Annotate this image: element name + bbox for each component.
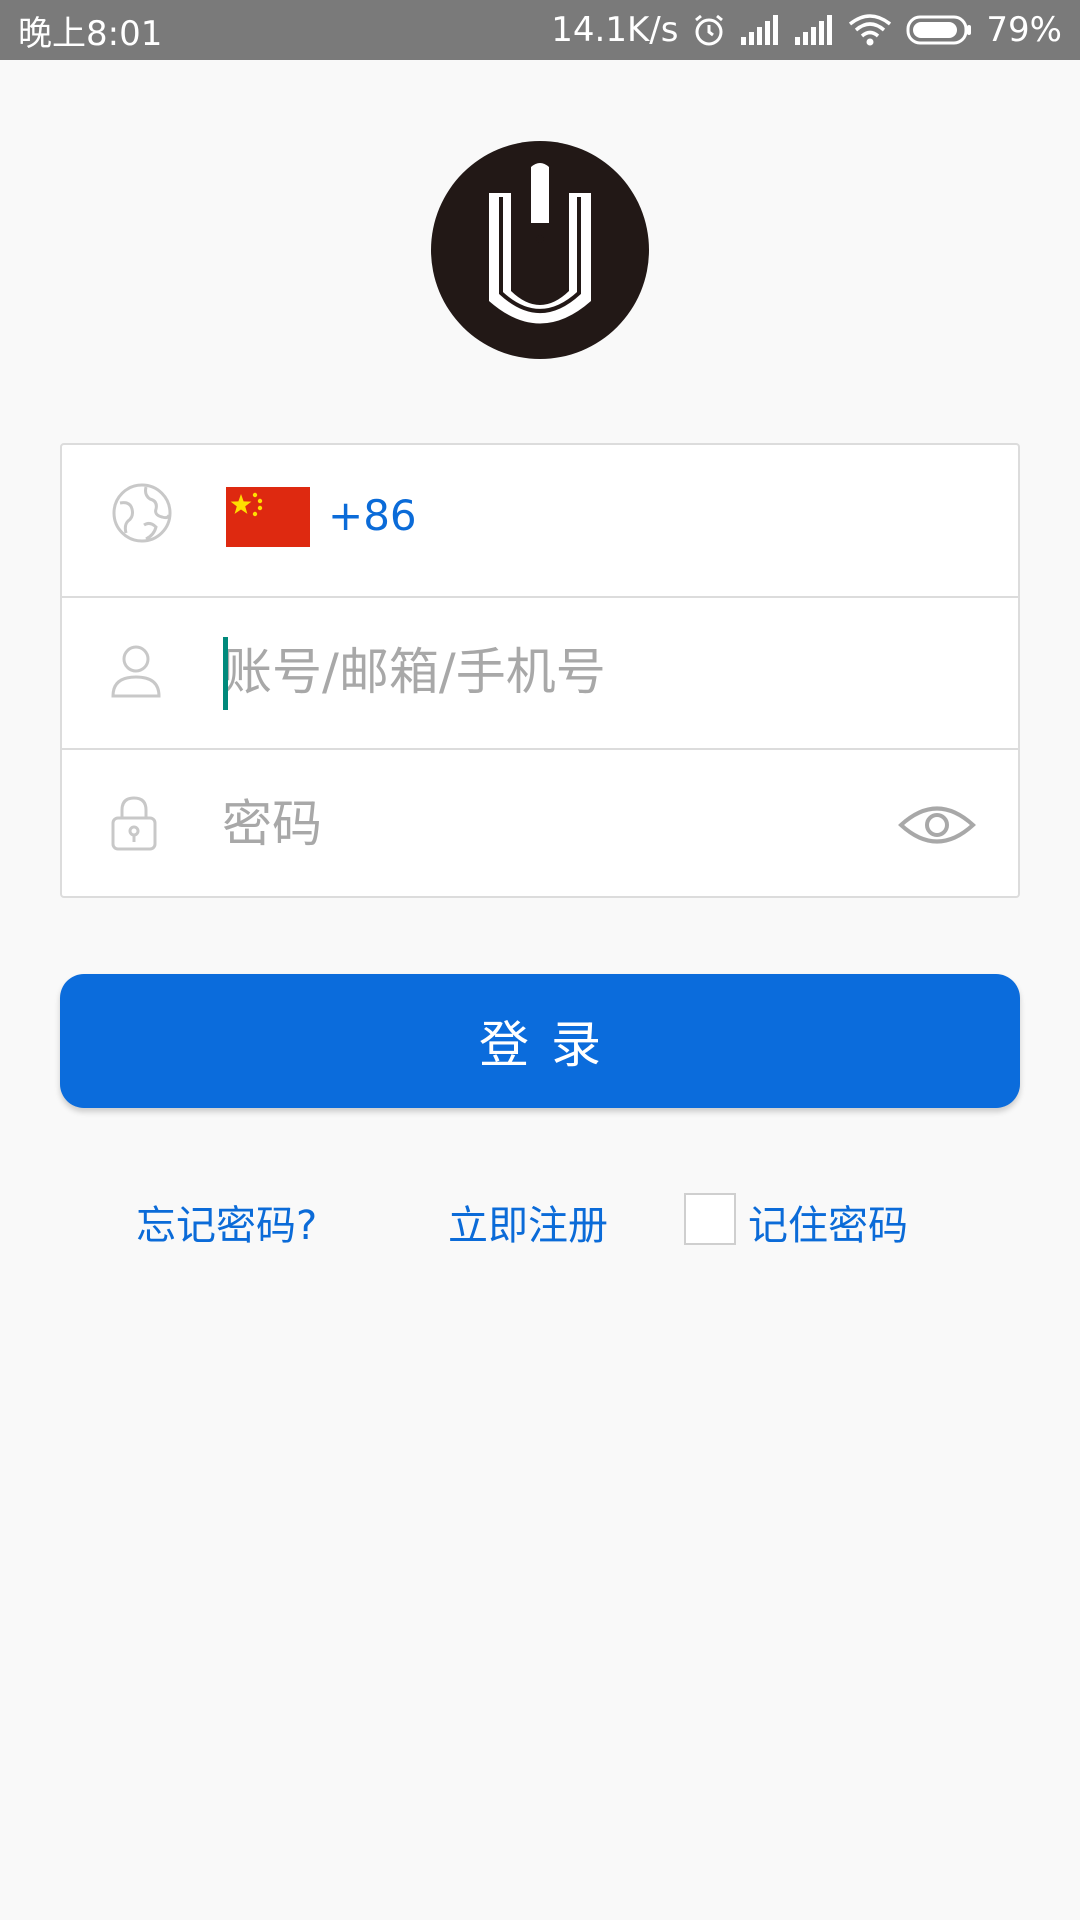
login-form: +86: [60, 443, 1020, 898]
globe-icon: [112, 483, 172, 543]
wifi-icon: [849, 14, 892, 46]
battery-icon: [906, 15, 972, 45]
network-speed: 14.1K/s: [551, 10, 679, 50]
signal-icon: [741, 15, 779, 45]
remember-password-label[interactable]: 记住密码: [748, 1193, 908, 1251]
country-code: +86: [328, 491, 417, 540]
account-input[interactable]: [222, 622, 922, 722]
signal-icon: [795, 15, 833, 45]
country-row[interactable]: +86: [62, 445, 1018, 595]
status-time: 晚上8:01: [18, 13, 163, 54]
register-link[interactable]: 立即注册: [448, 1193, 608, 1251]
account-row: [62, 596, 1018, 746]
password-row: [62, 748, 1018, 898]
status-indicators: 14.1K/s 79%: [551, 10, 1062, 50]
china-flag-icon: [226, 487, 310, 547]
forgot-password-link[interactable]: 忘记密码?: [136, 1193, 317, 1251]
text-cursor: [223, 637, 228, 710]
battery-percent: 79%: [986, 10, 1062, 50]
status-bar: 晚上8:01 14.1K/s 79%: [0, 0, 1080, 60]
eye-icon[interactable]: [898, 800, 976, 850]
user-icon: [111, 645, 161, 698]
brand-logo-u: [431, 141, 649, 359]
remember-password-checkbox[interactable]: [684, 1193, 736, 1245]
password-input[interactable]: [222, 774, 822, 874]
lock-icon: [111, 796, 157, 851]
login-button[interactable]: 登录: [60, 974, 1020, 1108]
alarm-icon: [695, 14, 724, 46]
